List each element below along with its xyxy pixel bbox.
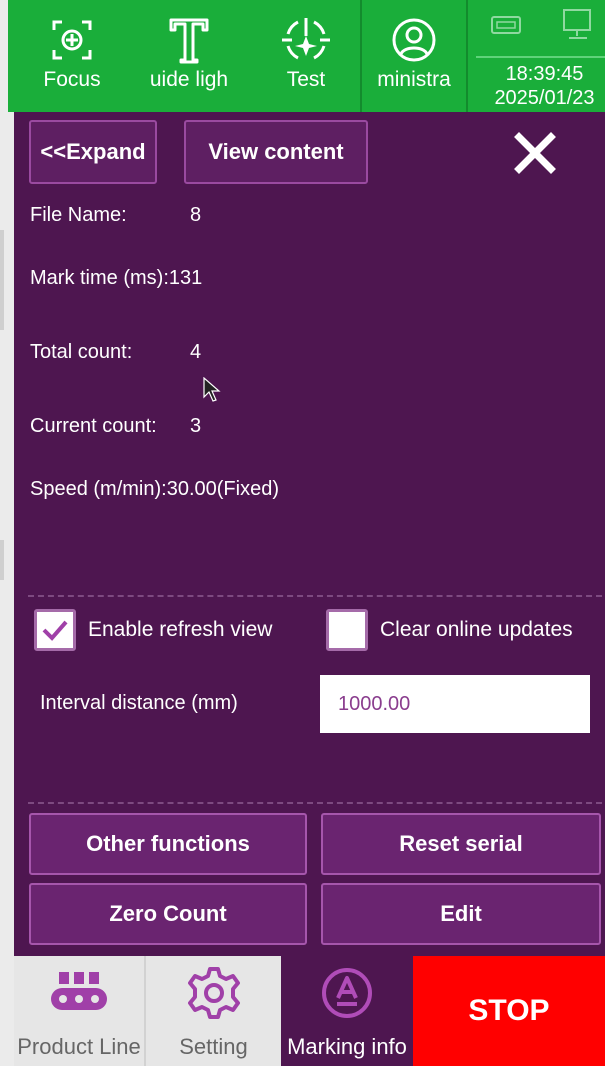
total-count-label: Total count: xyxy=(30,341,133,363)
nav-setting[interactable]: Setting xyxy=(146,956,281,1066)
speed-value: 30.00(Fixed) xyxy=(166,478,279,500)
guide-light-button[interactable]: uide ligh xyxy=(134,0,244,112)
monitor-icon xyxy=(561,8,595,47)
enable-refresh-checkbox[interactable]: Enable refresh view xyxy=(34,609,272,651)
view-content-button[interactable]: View content xyxy=(184,120,368,184)
test-icon xyxy=(280,16,332,64)
divider xyxy=(28,595,602,597)
clear-updates-checkbox[interactable]: Clear online updates xyxy=(326,609,573,651)
nav-product-line[interactable]: Product Line xyxy=(14,956,146,1066)
interval-distance-label: Interval distance (mm) xyxy=(40,692,238,714)
edit-button[interactable]: Edit xyxy=(321,883,601,945)
clock-time: 18:39:45 xyxy=(505,63,584,85)
divider xyxy=(28,802,602,804)
focus-label: Focus xyxy=(43,68,101,91)
file-name-row: File Name: 8 xyxy=(30,204,201,227)
top-toolbar: Focus uide ligh Test ministra 18:39:45 2… xyxy=(8,0,605,112)
focus-button[interactable]: Focus xyxy=(28,0,116,112)
speed-label: Speed (m/min): xyxy=(30,478,167,500)
total-count-value: 4 xyxy=(190,341,202,363)
bottom-nav: Product Line Setting Marking info STOP xyxy=(14,956,605,1066)
speed-row: Speed (m/min):30.00(Fixed) xyxy=(30,478,279,501)
user-label: ministra xyxy=(377,68,451,91)
left-edge-mark xyxy=(0,540,4,580)
checkbox-box[interactable] xyxy=(326,609,368,651)
zero-count-button[interactable]: Zero Count xyxy=(29,883,307,945)
left-edge-strip xyxy=(0,0,14,1066)
nav-setting-label: Setting xyxy=(179,1034,248,1059)
current-count-label: Current count: xyxy=(30,415,157,437)
clock: 18:39:45 2025/01/23 xyxy=(476,56,605,112)
focus-icon xyxy=(48,16,96,64)
left-edge-mark xyxy=(0,230,4,330)
gear-icon xyxy=(187,967,241,1019)
checkbox-box[interactable] xyxy=(34,609,76,651)
mark-time-label: Mark time (ms): xyxy=(30,267,169,289)
user-icon xyxy=(390,16,438,64)
reset-serial-button[interactable]: Reset serial xyxy=(321,813,601,875)
usb-icon xyxy=(490,14,524,41)
nav-marking-info[interactable]: Marking info xyxy=(281,956,413,1066)
conveyor-icon xyxy=(47,968,111,1018)
current-count-value: 3 xyxy=(190,415,202,437)
nav-product-line-label: Product Line xyxy=(17,1034,141,1059)
guide-light-label: uide ligh xyxy=(149,68,229,91)
status-icons xyxy=(472,0,605,54)
marking-info-panel: <<Expand View content File Name: 8 Mark … xyxy=(14,112,605,956)
current-count-row: Current count: 3 xyxy=(30,415,201,438)
clock-date: 2025/01/23 xyxy=(494,87,595,109)
clear-updates-label: Clear online updates xyxy=(380,618,573,641)
close-icon[interactable] xyxy=(510,128,560,178)
nav-marking-info-label: Marking info xyxy=(287,1034,407,1059)
test-label: Test xyxy=(286,68,326,91)
user-button[interactable]: ministra xyxy=(360,0,468,112)
mark-time-row: Mark time (ms):131 xyxy=(30,267,202,290)
mouse-cursor-icon xyxy=(203,376,221,408)
interval-distance-input[interactable] xyxy=(320,675,590,733)
total-count-row: Total count: 4 xyxy=(30,341,201,364)
marking-icon xyxy=(320,968,374,1018)
status-area: 18:39:45 2025/01/23 xyxy=(472,0,605,112)
file-name-value: 8 xyxy=(190,204,202,226)
guide-light-icon xyxy=(167,16,211,64)
enable-refresh-label: Enable refresh view xyxy=(88,618,273,641)
check-icon xyxy=(42,620,68,641)
mark-time-value: 131 xyxy=(168,267,203,289)
other-functions-button[interactable]: Other functions xyxy=(29,813,307,875)
stop-button[interactable]: STOP xyxy=(413,956,605,1066)
expand-button[interactable]: <<Expand xyxy=(29,120,157,184)
test-button[interactable]: Test xyxy=(260,0,352,112)
file-name-label: File Name: xyxy=(30,204,127,226)
